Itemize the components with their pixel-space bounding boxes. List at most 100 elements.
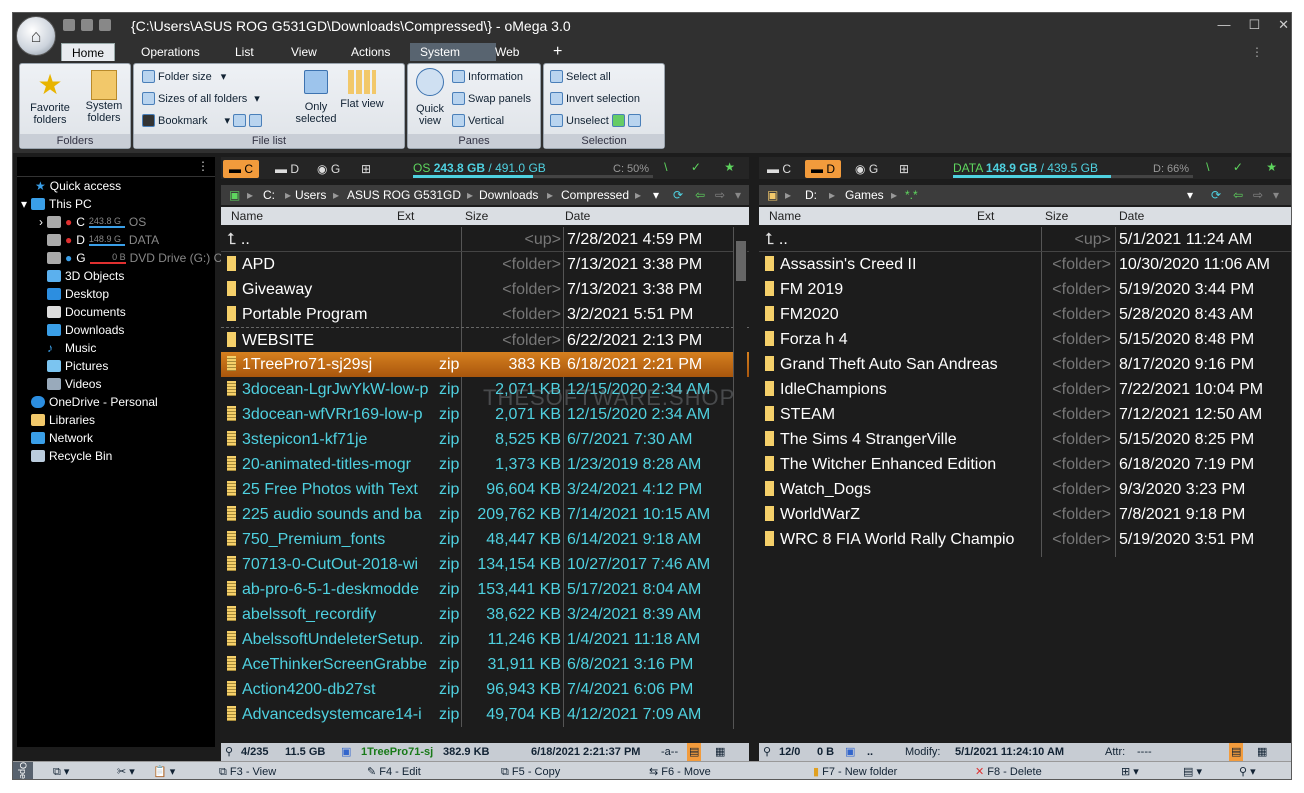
file-row[interactable]: Giveaway <folder> 7/13/2021 3:38 PM [221,277,749,302]
back-icon[interactable]: ⇦ [695,185,705,205]
search-icon[interactable]: ⚲ [225,743,233,761]
tab-web[interactable]: Web [485,43,529,61]
file-row[interactable]: WorldWarZ <folder> 7/8/2021 9:18 PM [759,502,1291,527]
bookmark-button[interactable]: Bookmark ▾ [142,114,263,127]
sizes-all-folders-button[interactable]: Sizes of all folders ▾ [142,92,260,105]
tab-home[interactable]: Home [61,43,116,61]
file-row[interactable]: Grand Theft Auto San Andreas <folder> 8/17… [759,352,1291,377]
breadcrumb-item[interactable]: Games [845,185,884,205]
file-row[interactable]: ab-pro-6-5-1-deskmodde zip 153,441 KB 5/17/… [221,577,749,602]
folder-size-button[interactable]: Folder size ▾ [142,70,226,83]
information-button[interactable]: Information [452,70,523,83]
f5-copy-button[interactable]: ⧉ F5 - Copy [501,762,560,779]
col-date[interactable]: Date [1119,207,1144,225]
qat-forward-icon[interactable] [99,19,111,31]
back-icon[interactable]: ⇦ [1233,185,1243,205]
drive-g-button[interactable]: ◉ G [311,160,346,178]
tree-drive-d[interactable]: ● D 148.9 G DATA [47,231,159,249]
system-folders-button[interactable]: System folders [78,68,130,124]
invert-selection-button[interactable]: Invert selection [550,92,640,105]
sort-down-icon[interactable] [249,114,263,127]
network-drive-icon[interactable]: ⊞ [893,160,915,178]
view-mode-icon[interactable]: ▤ [687,743,702,761]
breadcrumb-item[interactable]: D: [805,185,817,205]
properties-icon[interactable]: ▤ ▾ [1183,762,1202,779]
refresh-icon[interactable]: ⟳ [1211,185,1221,205]
file-row[interactable]: AceThinkerScreenGrabbe zip 31,911 KB 6/8/20… [221,652,749,677]
search-files-icon[interactable]: ⚲ ▾ [1239,762,1256,779]
tab-operations[interactable]: Operations [131,43,210,61]
only-selected-button[interactable]: Only selected [294,68,338,125]
thumbnail-mode-icon[interactable]: ▦ [1257,743,1267,761]
panel-tools-icons[interactable]: \ ✓ ★ [664,160,745,174]
tree-libraries[interactable]: Libraries [31,411,95,429]
tree-pictures[interactable]: Pictures [47,357,108,375]
forward-icon[interactable]: ⇨ [715,185,725,205]
view-mode-icon[interactable]: ▤ [1229,743,1244,761]
breadcrumb-item[interactable]: Downloads [479,185,538,205]
file-row[interactable]: Action4200-db27st zip 96,943 KB 7/4/2021 6:… [221,677,749,702]
file-row[interactable]: Watch_Dogs <folder> 9/3/2020 3:23 PM [759,477,1291,502]
col-name[interactable]: Name [769,207,801,225]
select-all-button[interactable]: Select all [550,70,611,83]
maximize-icon[interactable]: ☐ [1248,17,1260,33]
tree-drive-g[interactable]: ● G 0 B DVD Drive (G:) C [47,249,222,267]
tree-3d-objects[interactable]: 3D Objects [47,267,124,285]
col-ext[interactable]: Ext [397,207,414,225]
tab-list[interactable]: List [225,43,264,61]
file-row[interactable]: FM2020 <folder> 5/28/2020 8:43 AM [759,302,1291,327]
f7-new-folder-button[interactable]: ▮ F7 - New folder [813,762,897,779]
file-row[interactable]: Forza h 4 <folder> 5/15/2020 8:48 PM [759,327,1291,352]
file-row[interactable]: ⮤ .. <up> 5/1/2021 11:24 AM [759,227,1291,252]
file-row[interactable]: WRC 8 FIA World Rally Champio <folder> 5/1… [759,527,1291,552]
scrollbar[interactable] [733,227,747,729]
quick-view-button[interactable]: Quick view [412,68,448,127]
tree-this-pc[interactable]: ▾ This PC [21,195,92,213]
drive-d-button[interactable]: ▬ D [805,160,842,178]
ribbon-options-icon[interactable]: ⋮ [1251,45,1263,59]
expand-icon[interactable]: › [39,215,43,229]
file-row[interactable]: 25 Free Photos with Text zip 96,604 KB 3/24… [221,477,749,502]
minimize-icon[interactable]: — [1217,17,1230,33]
thumbnail-mode-icon[interactable]: ▦ [715,743,725,761]
forward-icon[interactable]: ⇨ [1253,185,1263,205]
tree-videos[interactable]: Videos [47,375,101,393]
file-row[interactable]: ⮤ .. <up> 7/28/2021 4:59 PM [221,227,749,252]
expand-icon[interactable]: ▾ [21,197,27,211]
app-logo-icon[interactable]: ⌂ [16,16,56,56]
file-row[interactable]: The Witcher Enhanced Edition <folder> 6/18… [759,452,1291,477]
history-icon[interactable]: ▾ [735,185,741,205]
tree-quick-access[interactable]: ★ Quick access [35,177,121,195]
select-minus-icon[interactable] [627,114,641,127]
new-tab-button[interactable]: + [543,43,572,61]
col-size[interactable]: Size [1045,207,1068,225]
flat-view-button[interactable]: Flat view [340,68,384,110]
file-row[interactable]: The Sims 4 StrangerVille <folder> 5/15/202… [759,427,1291,452]
file-row[interactable]: 1TreePro71-sj29sj zip 383 KB 6/18/2021 2:21… [221,352,749,377]
file-row[interactable]: 70713-0-CutOut-2018-wi zip 134,154 KB 10/27… [221,552,749,577]
file-row[interactable]: Assassin's Creed II <folder> 10/30/2020 11… [759,252,1291,277]
close-icon[interactable]: ✕ [1278,17,1289,33]
f8-delete-button[interactable]: ✕ F8 - Delete [975,762,1042,779]
select-plus-icon[interactable] [611,114,625,127]
tab-system[interactable]: System [410,43,496,61]
f3-view-button[interactable]: ⧉ F3 - View [219,762,276,779]
file-row[interactable]: 225 audio sounds and ba zip 209,762 KB 7/14… [221,502,749,527]
file-row[interactable]: 3stepicon1-kf71je zip 8,525 KB 6/7/2021 7:3… [221,427,749,452]
path-dropdown-icon[interactable]: ▾ [1187,185,1193,205]
tree-network[interactable]: Network [31,429,93,447]
unselect-button[interactable]: Unselect [550,114,641,127]
tree-recycle-bin[interactable]: Recycle Bin [31,447,112,465]
col-date[interactable]: Date [565,207,590,225]
file-row[interactable]: APD <folder> 7/13/2021 3:38 PM [221,252,749,277]
file-row[interactable]: abelssoft_recordify zip 38,622 KB 3/24/2021… [221,602,749,627]
path-dropdown-icon[interactable]: ▾ [653,185,659,205]
copy-clipboard-icon[interactable]: ⧉ ▾ [53,762,69,779]
tab-view[interactable]: View [281,43,327,61]
tab-actions[interactable]: Actions [341,43,400,61]
file-row[interactable]: IdleChampions <folder> 7/22/2021 10:04 PM [759,377,1291,402]
file-row[interactable]: Advancedsystemcare14-i zip 49,704 KB 4/12/2… [221,702,749,727]
favorite-folders-button[interactable]: ★ Favorite folders [24,68,76,126]
qat-menu-icon[interactable] [63,19,75,31]
breadcrumb-item[interactable]: Users [295,185,326,205]
